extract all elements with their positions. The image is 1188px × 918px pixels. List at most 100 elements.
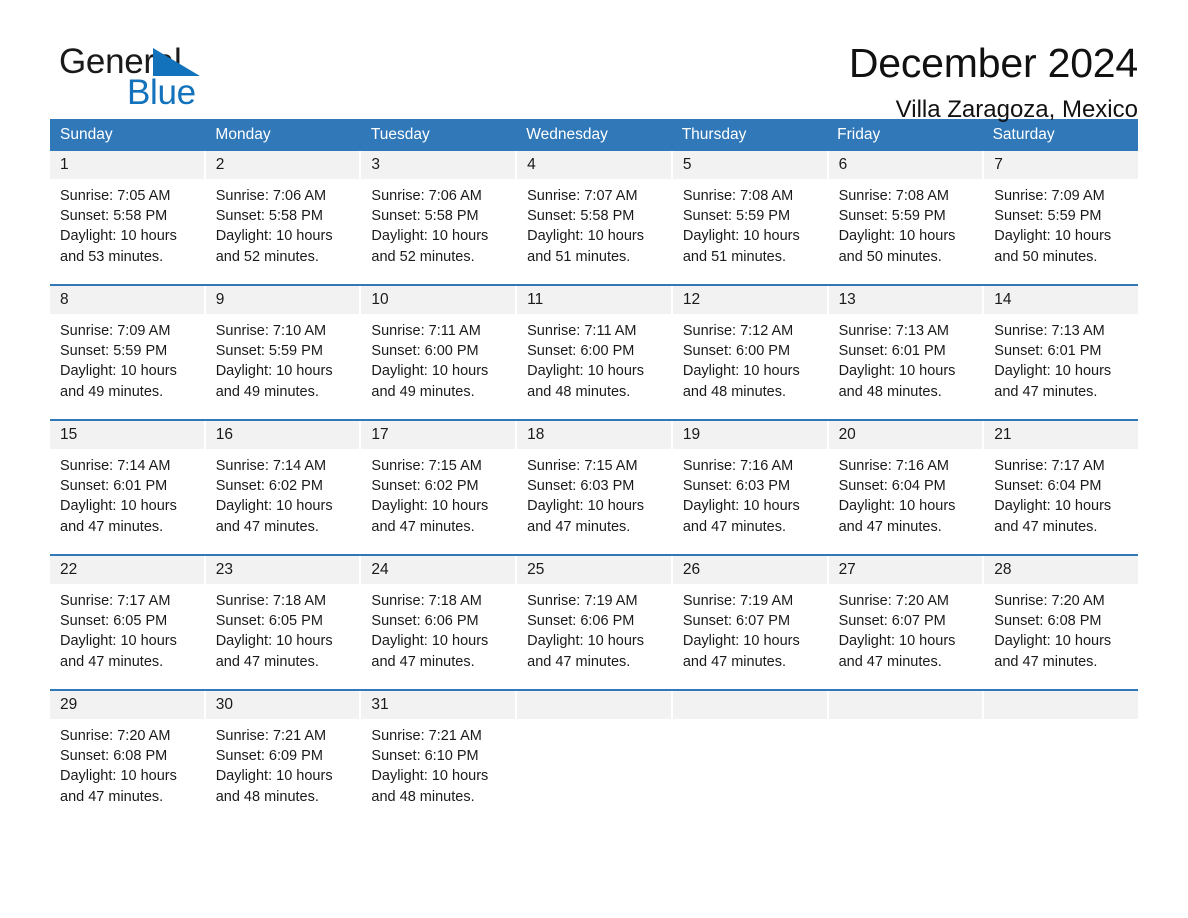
calendar-day-cell[interactable]: 31 Sunrise: 7:21 AM Sunset: 6:10 PM Dayligh… (361, 691, 516, 824)
calendar-day-cell[interactable]: 17 Sunrise: 7:15 AM Sunset: 6:02 PM Dayligh… (361, 421, 516, 554)
day-sun-info: Sunrise: 7:10 AM Sunset: 5:59 PM Daylight:… (206, 314, 360, 402)
day-number: 22 (50, 556, 204, 584)
sunset-text: Sunset: 5:58 PM (60, 208, 168, 225)
calendar-day-cell[interactable]: 8 Sunrise: 7:09 AM Sunset: 5:59 PM Daylight… (50, 286, 204, 419)
sunrise-text: Sunrise: 7:20 AM (60, 728, 171, 744)
calendar-week-row: 29 Sunrise: 7:20 AM Sunset: 6:08 PM Dayligh… (50, 689, 1138, 824)
day-number (828, 691, 983, 719)
day-number: 4 (517, 151, 671, 179)
calendar-day-cell[interactable]: 26 Sunrise: 7:19 AM Sunset: 6:07 PM Dayligh… (672, 556, 827, 689)
calendar-table: Sunday Monday Tuesday Wednesday Thursday… (50, 119, 1138, 824)
calendar-day-cell[interactable]: 21 Sunrise: 7:17 AM Sunset: 6:04 PM Dayligh… (984, 421, 1138, 554)
calendar-day-cell[interactable]: 19 Sunrise: 7:16 AM Sunset: 6:03 PM Dayligh… (672, 421, 827, 554)
calendar-day-cell[interactable]: 27 Sunrise: 7:20 AM Sunset: 6:07 PM Dayligh… (828, 556, 983, 689)
calendar-day-cell-empty (984, 691, 1138, 824)
calendar-week-grid: 22 Sunrise: 7:17 AM Sunset: 6:05 PM Dayligh… (50, 556, 1138, 689)
sunrise-text: Sunrise: 7:06 AM (215, 188, 327, 204)
day-sun-info: Sunrise: 7:20 AM Sunset: 6:08 PM Daylight:… (984, 584, 1138, 672)
day-sun-info: Sunrise: 7:21 AM Sunset: 6:10 PM Daylight:… (361, 719, 515, 807)
sunrise-text: Sunrise: 7:13 AM (838, 323, 949, 339)
day-sun-info: Sunrise: 7:09 AM Sunset: 5:59 PM Daylight:… (50, 314, 204, 402)
calendar-day-cell[interactable]: 28 Sunrise: 7:20 AM Sunset: 6:08 PM Dayligh… (984, 556, 1138, 689)
calendar-day-cell[interactable]: 18 Sunrise: 7:15 AM Sunset: 6:03 PM Dayligh… (517, 421, 671, 554)
daylight-text-line2: and 50 minutes. (838, 248, 942, 265)
calendar-day-cell[interactable]: 29 Sunrise: 7:20 AM Sunset: 6:08 PM Dayligh… (50, 691, 204, 824)
sunset-text: Sunset: 6:07 PM (682, 613, 791, 630)
calendar-day-cell[interactable]: 6 Sunrise: 7:08 AM Sunset: 5:59 PM Daylight… (828, 151, 983, 284)
calendar-day-cell[interactable]: 20 Sunrise: 7:16 AM Sunset: 6:04 PM Dayligh… (828, 421, 983, 554)
calendar-day-cell[interactable]: 12 Sunrise: 7:12 AM Sunset: 6:00 PM Dayligh… (672, 286, 827, 419)
daylight-text-line2: and 48 minutes. (838, 383, 942, 400)
calendar-day-cell[interactable]: 25 Sunrise: 7:19 AM Sunset: 6:06 PM Dayligh… (517, 556, 671, 689)
day-number: 15 (50, 421, 204, 449)
day-sun-info: Sunrise: 7:11 AM Sunset: 6:00 PM Daylight:… (361, 314, 515, 402)
daylight-text-line1: Daylight: 10 hours (527, 363, 645, 380)
daylight-text-line1: Daylight: 10 hours (527, 228, 645, 245)
calendar-day-cell[interactable]: 22 Sunrise: 7:17 AM Sunset: 6:05 PM Dayligh… (50, 556, 204, 689)
calendar-day-cell[interactable]: 11 Sunrise: 7:11 AM Sunset: 6:00 PM Dayligh… (517, 286, 671, 419)
calendar-day-cell[interactable]: 13 Sunrise: 7:13 AM Sunset: 6:01 PM Dayligh… (828, 286, 983, 419)
day-number: 2 (205, 151, 360, 179)
weekday-header-tuesday: Tuesday (370, 126, 430, 143)
sunrise-text: Sunrise: 7:20 AM (994, 593, 1105, 609)
day-sun-info: Sunrise: 7:15 AM Sunset: 6:03 PM Daylight:… (517, 449, 671, 537)
sunrise-text: Sunrise: 7:18 AM (215, 593, 327, 609)
day-number: 26 (672, 556, 827, 584)
daylight-text-line2: and 47 minutes. (994, 518, 1098, 535)
daylight-text-line2: and 51 minutes. (682, 248, 787, 265)
daylight-text-line1: Daylight: 10 hours (60, 228, 177, 245)
calendar-day-cell[interactable]: 2 Sunrise: 7:06 AM Sunset: 5:58 PM Daylight… (205, 151, 360, 284)
calendar-day-cell[interactable]: 14 Sunrise: 7:13 AM Sunset: 6:01 PM Dayligh… (984, 286, 1138, 419)
sunset-text: Sunset: 5:58 PM (215, 208, 323, 225)
sunset-text: Sunset: 6:01 PM (838, 343, 946, 360)
sunset-text: Sunset: 6:00 PM (682, 343, 791, 360)
day-number: 20 (828, 421, 983, 449)
calendar-day-cell[interactable]: 1 Sunrise: 7:05 AM Sunset: 5:58 PM Daylight… (50, 151, 204, 284)
day-number: 9 (205, 286, 360, 314)
calendar-day-cell[interactable]: 5 Sunrise: 7:08 AM Sunset: 5:59 PM Daylight… (672, 151, 827, 284)
day-number: 3 (361, 151, 516, 179)
daylight-text-line2: and 47 minutes. (215, 518, 319, 535)
day-number (984, 691, 1138, 719)
sunrise-text: Sunrise: 7:08 AM (838, 188, 949, 204)
day-sun-info: Sunrise: 7:18 AM Sunset: 6:06 PM Daylight:… (361, 584, 515, 672)
calendar-day-cell[interactable]: 30 Sunrise: 7:21 AM Sunset: 6:09 PM Dayligh… (205, 691, 360, 824)
calendar-day-cell[interactable]: 3 Sunrise: 7:06 AM Sunset: 5:58 PM Daylight… (361, 151, 516, 284)
calendar-day-cell[interactable]: 15 Sunrise: 7:14 AM Sunset: 6:01 PM Dayligh… (50, 421, 204, 554)
calendar-week-row: 22 Sunrise: 7:17 AM Sunset: 6:05 PM Dayligh… (50, 554, 1138, 689)
calendar-day-cell[interactable]: 16 Sunrise: 7:14 AM Sunset: 6:02 PM Dayligh… (205, 421, 360, 554)
daylight-text-line1: Daylight: 10 hours (994, 633, 1112, 650)
day-number: 28 (984, 556, 1138, 584)
sunrise-text: Sunrise: 7:07 AM (527, 188, 638, 204)
day-number: 6 (828, 151, 983, 179)
sunset-text: Sunset: 5:59 PM (838, 208, 946, 225)
sunset-text: Sunset: 6:10 PM (371, 748, 479, 765)
sunset-text: Sunset: 6:06 PM (371, 613, 479, 630)
day-number: 17 (361, 421, 516, 449)
day-sun-info: Sunrise: 7:13 AM Sunset: 6:01 PM Daylight:… (829, 314, 983, 402)
daylight-text-line2: and 47 minutes. (994, 383, 1098, 400)
calendar-day-cell[interactable]: 7 Sunrise: 7:09 AM Sunset: 5:59 PM Daylight… (984, 151, 1138, 284)
daylight-text-line2: and 48 minutes. (527, 383, 631, 400)
sunrise-text: Sunrise: 7:13 AM (994, 323, 1105, 339)
calendar-day-cell[interactable]: 24 Sunrise: 7:18 AM Sunset: 6:06 PM Dayligh… (361, 556, 516, 689)
sunset-text: Sunset: 6:06 PM (527, 613, 635, 630)
calendar-week-row: 15 Sunrise: 7:14 AM Sunset: 6:01 PM Dayligh… (50, 419, 1138, 554)
daylight-text-line2: and 47 minutes. (838, 518, 942, 535)
daylight-text-line1: Daylight: 10 hours (371, 228, 489, 245)
day-sun-info: Sunrise: 7:12 AM Sunset: 6:00 PM Daylight:… (673, 314, 827, 402)
daylight-text-line1: Daylight: 10 hours (527, 498, 645, 515)
calendar-day-cell[interactable]: 10 Sunrise: 7:11 AM Sunset: 6:00 PM Dayligh… (361, 286, 516, 419)
day-sun-info: Sunrise: 7:18 AM Sunset: 6:05 PM Daylight:… (206, 584, 360, 672)
calendar-week-grid: 1 Sunrise: 7:05 AM Sunset: 5:58 PM Daylight… (50, 151, 1138, 284)
daylight-text-line2: and 47 minutes. (60, 788, 164, 805)
calendar-day-cell[interactable]: 23 Sunrise: 7:18 AM Sunset: 6:05 PM Dayligh… (205, 556, 360, 689)
calendar-day-cell[interactable]: 9 Sunrise: 7:10 AM Sunset: 5:59 PM Daylight… (205, 286, 360, 419)
day-number: 24 (361, 556, 516, 584)
daylight-text-line2: and 48 minutes. (682, 383, 787, 400)
calendar-page: General Blue December 2024 Villa Zaragoz… (0, 0, 1188, 918)
daylight-text-line2: and 47 minutes. (527, 653, 631, 670)
calendar-day-cell[interactable]: 4 Sunrise: 7:07 AM Sunset: 5:58 PM Daylight… (517, 151, 671, 284)
sunrise-text: Sunrise: 7:15 AM (527, 458, 638, 474)
sunset-text: Sunset: 6:09 PM (215, 748, 323, 765)
